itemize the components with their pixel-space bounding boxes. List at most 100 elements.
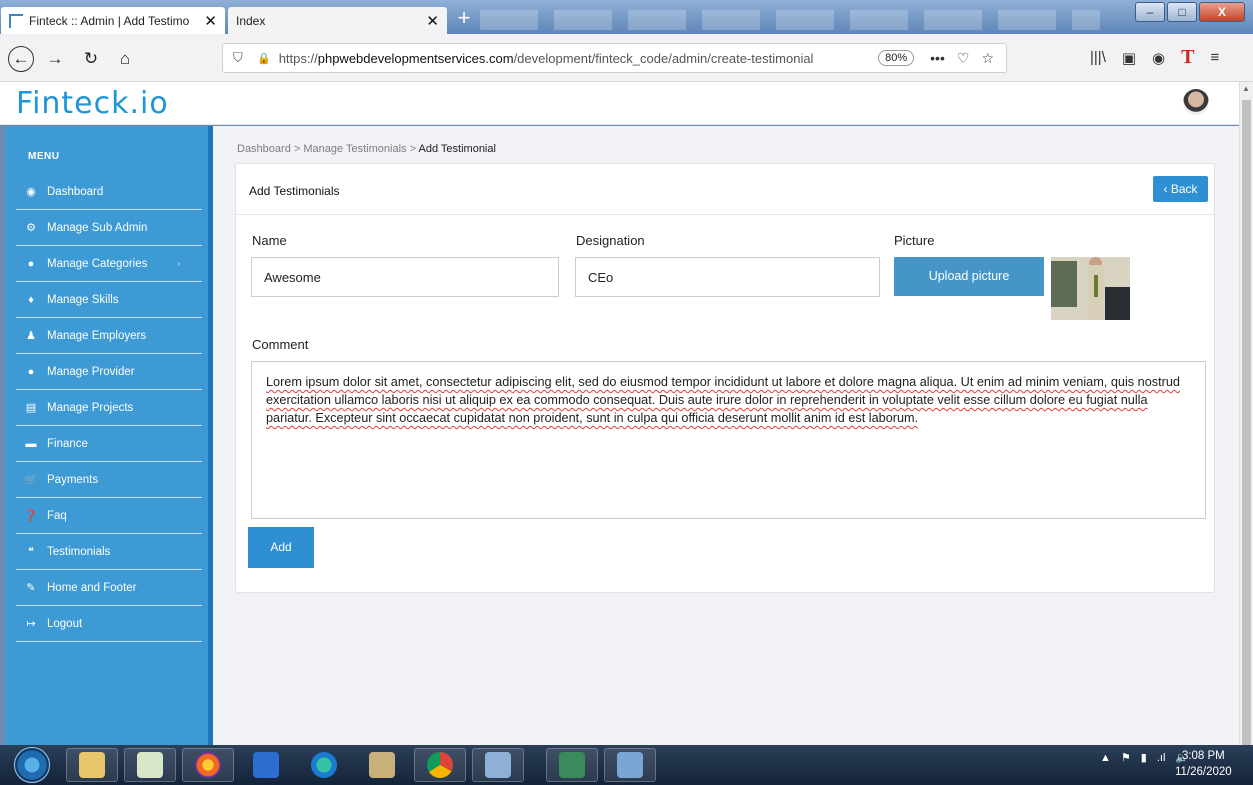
back-button[interactable]: ‹ Back [1153,176,1208,202]
sidebar-item-label: Logout [47,617,83,630]
comment-text: Lorem ipsum dolor sit amet, consectetur … [266,375,1180,425]
reload-icon[interactable]: ↻ [78,46,104,72]
address-bar[interactable]: ⛉ 🔒 https://phpwebdevelopmentservices.co… [222,43,1007,73]
sidebar-toggle-icon[interactable]: ▣ [1122,49,1136,67]
tab-finteck-admin[interactable]: Finteck :: Admin | Add Testimo ✕ [1,7,225,34]
back-arrow-icon[interactable]: ← [8,46,34,72]
sidebar-item-label: Payments [47,473,99,486]
sidebar-item-manage-provider[interactable]: ● Manage Provider [16,354,202,390]
sidebar-item-manage-projects[interactable]: ▤ Manage Projects [16,390,202,426]
sidebar-item-faq[interactable]: ❓ Faq [16,498,202,534]
edge-icon[interactable] [298,748,350,782]
logout-icon: ↦ [26,618,36,630]
taskbar-clock[interactable]: 3:08 PM 11/26/2020 [1175,748,1232,780]
start-button[interactable] [14,747,50,783]
keys-icon[interactable] [356,748,408,782]
signal-icon[interactable]: .ıl [1157,752,1166,764]
breadcrumb-separator: > [293,143,301,155]
upload-picture-button[interactable]: Upload picture [894,257,1044,296]
flag-icon[interactable]: ⚑ [1121,751,1131,764]
new-tab-icon[interactable]: + [452,7,476,31]
app-header: Finteck.io [0,82,1239,125]
designation-label: Designation [576,233,645,248]
add-testimonial-card: Add Testimonials ‹ Back Name Designation… [235,163,1215,593]
windows-taskbar: ▲ ⚑ ▮ .ıl 🔈 3:08 PM 11/26/2020 [0,745,1253,785]
user-icon: ● [27,257,35,270]
question-icon: ❓ [24,510,38,522]
sidebar-item-label: Finance [47,437,88,450]
app-window-icon[interactable] [604,748,656,782]
tab-close-icon[interactable]: ✕ [204,12,217,30]
page-scrollbar[interactable]: ▲ [1239,82,1253,750]
tab-close-icon[interactable]: ✕ [426,12,439,30]
picture-label: Picture [894,233,935,248]
tray-arrow-icon[interactable]: ▲ [1100,752,1111,764]
finteck-logo[interactable]: Finteck.io [16,86,169,121]
sidebar-item-label: Manage Categories [47,257,148,270]
picture-preview [1051,257,1130,320]
designation-field[interactable] [575,257,880,297]
clock-time: 3:08 PM [1181,750,1225,762]
cogs-icon: ⚙ [26,222,36,234]
minimize-button[interactable]: – [1135,2,1165,22]
pocket-icon[interactable]: ♡ [957,50,970,67]
sidebar-item-manage-skills[interactable]: ♦ Manage Skills [16,282,202,318]
sidebar-menu: ◉ Dashboard ⚙ Manage Sub Admin ● Manage Categ… [6,174,208,642]
hamburger-menu-icon[interactable]: ≡ [1210,49,1219,66]
chrome-icon[interactable] [414,748,466,782]
sidebar-item-payments[interactable]: 🛒 Payments [16,462,202,498]
extension-t-icon[interactable]: T [1181,46,1194,69]
firefox-icon[interactable] [182,748,234,782]
menu-heading: MENU [28,151,60,162]
scroll-up-icon[interactable]: ▲ [1242,84,1250,93]
add-button[interactable]: Add [248,527,314,568]
sidebar-item-label: Manage Skills [47,293,119,306]
paint-icon[interactable] [472,748,524,782]
comment-textarea[interactable]: Lorem ipsum dolor sit amet, consectetur … [251,361,1206,519]
shield-icon: ⛉ [233,50,243,65]
sidebar-item-home-and-footer[interactable]: ✎ Home and Footer [16,570,202,606]
sidebar-item-finance[interactable]: ▬ Finance [16,426,202,462]
bookmark-star-icon[interactable]: ☆ [981,50,994,67]
user-avatar[interactable] [1183,89,1209,115]
sidebar-item-label: Manage Sub Admin [47,221,148,234]
close-window-button[interactable]: X [1199,2,1245,22]
sidebar-item-logout[interactable]: ↦ Logout [16,606,202,642]
forward-arrow-icon[interactable]: → [42,46,68,72]
name-field[interactable] [251,257,559,297]
cart-icon: 🛒 [24,474,38,486]
tab-index[interactable]: Index ✕ [228,7,447,34]
notepad-icon[interactable] [124,748,176,782]
explorer-icon[interactable] [66,748,118,782]
sidebar-item-label: Faq [47,509,67,522]
main-content: Dashboard > Manage Testimonials > Add Te… [213,126,1239,746]
media-player-icon[interactable] [240,748,292,782]
card-header: Add Testimonials ‹ Back [236,164,1214,215]
library-icon[interactable]: |||\ [1090,49,1106,66]
quote-icon: ❝ [28,546,34,558]
network-app-icon[interactable] [546,748,598,782]
breadcrumb-separator: > [409,143,417,155]
finteck-favicon-icon [9,13,23,28]
sidebar-item-manage-employers[interactable]: ♟ Manage Employers [16,318,202,354]
breadcrumb-manage-testimonials[interactable]: Manage Testimonials [303,143,406,155]
sidebar-item-dashboard[interactable]: ◉ Dashboard [16,174,202,210]
tab-title: Finteck :: Admin | Add Testimo [29,13,190,28]
sidebar-item-testimonials[interactable]: ❝ Testimonials [16,534,202,570]
scrollbar-thumb[interactable] [1242,100,1251,750]
breadcrumb-dashboard[interactable]: Dashboard [237,143,291,155]
maximize-button[interactable]: □ [1167,2,1197,22]
home-icon[interactable]: ⌂ [112,46,138,72]
power-icon[interactable]: ▮ [1141,751,1147,764]
page-actions-icon[interactable]: ••• [930,50,945,66]
clock-date: 11/26/2020 [1175,766,1232,778]
sidebar-item-manage-sub-admin[interactable]: ⚙ Manage Sub Admin [16,210,202,246]
sidebar-item-manage-categories[interactable]: ● Manage Categories › [16,246,202,282]
sidebar-item-label: Home and Footer [47,581,137,594]
breadcrumb-current: Add Testimonial [418,143,496,155]
browser-right-tools: |||\ ▣ ◉ T ≡ [1090,46,1219,69]
account-icon[interactable]: ◉ [1152,49,1165,67]
sidebar-item-label: Manage Projects [47,401,134,414]
background-tabs [480,10,1100,30]
zoom-level-badge[interactable]: 80% [878,50,915,66]
